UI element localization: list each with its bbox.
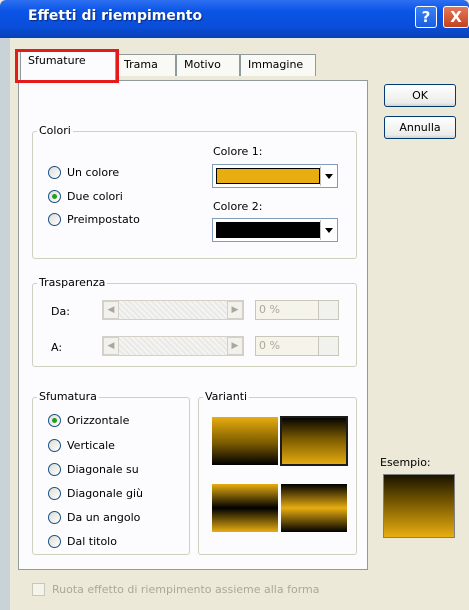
chevron-down-icon bbox=[325, 228, 333, 233]
variant-4[interactable] bbox=[281, 484, 347, 532]
tab-immagine[interactable]: Immagine bbox=[240, 54, 316, 76]
chevron-down-icon bbox=[325, 174, 333, 179]
ok-button[interactable]: OK bbox=[384, 84, 456, 107]
from-spin-value: 0 % bbox=[259, 303, 280, 316]
radio-verticale-label: Verticale bbox=[67, 439, 115, 452]
to-slider[interactable]: ◀ ▶ bbox=[102, 336, 244, 356]
color2-dropdown-button[interactable] bbox=[320, 220, 336, 240]
to-spin[interactable]: 0 % bbox=[255, 336, 339, 356]
from-slider[interactable]: ◀ ▶ bbox=[102, 300, 244, 320]
gradient-group-title: Sfumatura bbox=[37, 390, 99, 403]
radio-preimpostato[interactable] bbox=[48, 213, 61, 226]
sample-preview bbox=[383, 474, 455, 538]
to-label: A: bbox=[51, 341, 63, 354]
radio-dal-titolo-label: Dal titolo bbox=[67, 535, 117, 548]
variants-group-title: Varianti bbox=[203, 390, 250, 403]
color1-dropdown-button[interactable] bbox=[320, 166, 336, 186]
radio-orizzontale-label: Orizzontale bbox=[67, 414, 130, 427]
color1-label: Colore 1: bbox=[213, 145, 263, 158]
slider-left-icon[interactable]: ◀ bbox=[103, 337, 119, 355]
close-button[interactable]: X bbox=[443, 6, 469, 28]
radio-diagonale-su-label: Diagonale su bbox=[67, 463, 139, 476]
slider-right-icon[interactable]: ▶ bbox=[227, 337, 243, 355]
transparency-group-title: Trasparenza bbox=[37, 276, 108, 289]
slider-left-icon[interactable]: ◀ bbox=[103, 301, 119, 319]
cancel-button[interactable]: Annulla bbox=[384, 116, 456, 139]
radio-due-colori-label: Due colori bbox=[67, 190, 123, 203]
tab-motivo[interactable]: Motivo bbox=[176, 54, 240, 76]
spin-updown-icon[interactable] bbox=[318, 301, 338, 319]
tab-highlight bbox=[15, 49, 119, 83]
variant-3[interactable] bbox=[212, 484, 278, 532]
sample-label: Esempio: bbox=[380, 456, 431, 469]
radio-diagonale-giu[interactable] bbox=[48, 487, 61, 500]
help-button[interactable]: ? bbox=[415, 6, 437, 28]
radio-preimpostato-label: Preimpostato bbox=[67, 213, 140, 226]
radio-diagonale-su[interactable] bbox=[48, 463, 61, 476]
radio-un-colore-label: Un colore bbox=[67, 166, 120, 179]
window-title: Effetti di riempimento bbox=[28, 8, 203, 24]
color2-combo[interactable] bbox=[212, 218, 338, 242]
colors-group-title: Colori bbox=[37, 124, 73, 137]
radio-da-un-angolo-label: Da un angolo bbox=[67, 511, 141, 524]
color1-combo[interactable] bbox=[212, 164, 338, 188]
to-spin-value: 0 % bbox=[259, 339, 280, 352]
color1-swatch bbox=[216, 168, 320, 184]
from-spin[interactable]: 0 % bbox=[255, 300, 339, 320]
radio-dal-titolo[interactable] bbox=[48, 535, 61, 548]
variant-1[interactable] bbox=[212, 417, 278, 465]
radio-orizzontale[interactable] bbox=[48, 414, 61, 427]
color2-swatch bbox=[216, 222, 320, 238]
radio-diagonale-giu-label: Diagonale giù bbox=[67, 487, 144, 500]
color2-label: Colore 2: bbox=[213, 200, 263, 213]
spin-updown-icon[interactable] bbox=[318, 337, 338, 355]
rotate-checkbox-label: Ruota effetto di riempimento assieme all… bbox=[52, 583, 320, 596]
from-label: Da: bbox=[51, 305, 70, 318]
radio-verticale[interactable] bbox=[48, 439, 61, 452]
radio-due-colori[interactable] bbox=[48, 190, 61, 203]
window-border bbox=[0, 38, 10, 610]
tab-trama[interactable]: Trama bbox=[116, 54, 176, 76]
radio-un-colore[interactable] bbox=[48, 166, 61, 179]
variant-2[interactable] bbox=[280, 416, 348, 466]
slider-right-icon[interactable]: ▶ bbox=[227, 301, 243, 319]
radio-da-un-angolo[interactable] bbox=[48, 511, 61, 524]
rotate-checkbox[interactable] bbox=[32, 583, 45, 596]
